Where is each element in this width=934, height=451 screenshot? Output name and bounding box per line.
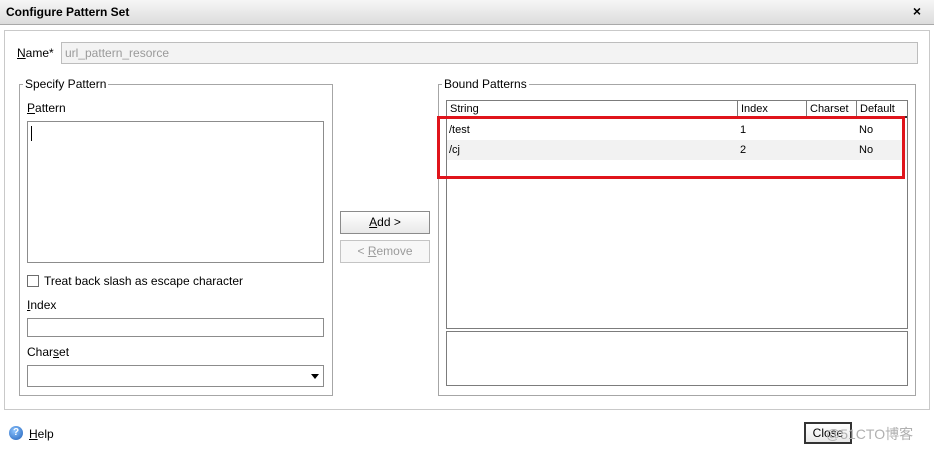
close-icon[interactable]: × [910,4,924,18]
charset-select[interactable] [27,365,324,387]
watermark: @51CTO博客 [826,426,914,442]
add-button[interactable]: Add > [340,211,430,234]
dialog-title: Configure Pattern Set [6,5,130,19]
pattern-detail-panel [446,331,908,386]
highlight-annotation [437,116,905,179]
index-input[interactable] [27,318,324,337]
bound-patterns-legend: Bound Patterns [442,77,529,91]
specify-pattern-legend: Specify Pattern [23,77,109,91]
pattern-label: Pattern [27,101,66,115]
remove-button[interactable]: < Remove [340,240,430,263]
dialog-title-bar: Configure Pattern Set × [0,0,934,25]
index-label: Index [27,298,57,312]
help-link[interactable]: Help [29,427,54,441]
text-caret [31,126,32,141]
name-input[interactable] [61,42,918,64]
charset-label: Charset [27,345,70,359]
name-label: Name* [17,46,54,60]
pattern-textarea[interactable] [27,121,324,263]
escape-checkbox-label[interactable]: Treat back slash as escape character [44,274,243,288]
help-icon[interactable]: ? [9,426,23,440]
chevron-down-icon [311,374,319,379]
escape-checkbox[interactable] [27,275,39,287]
